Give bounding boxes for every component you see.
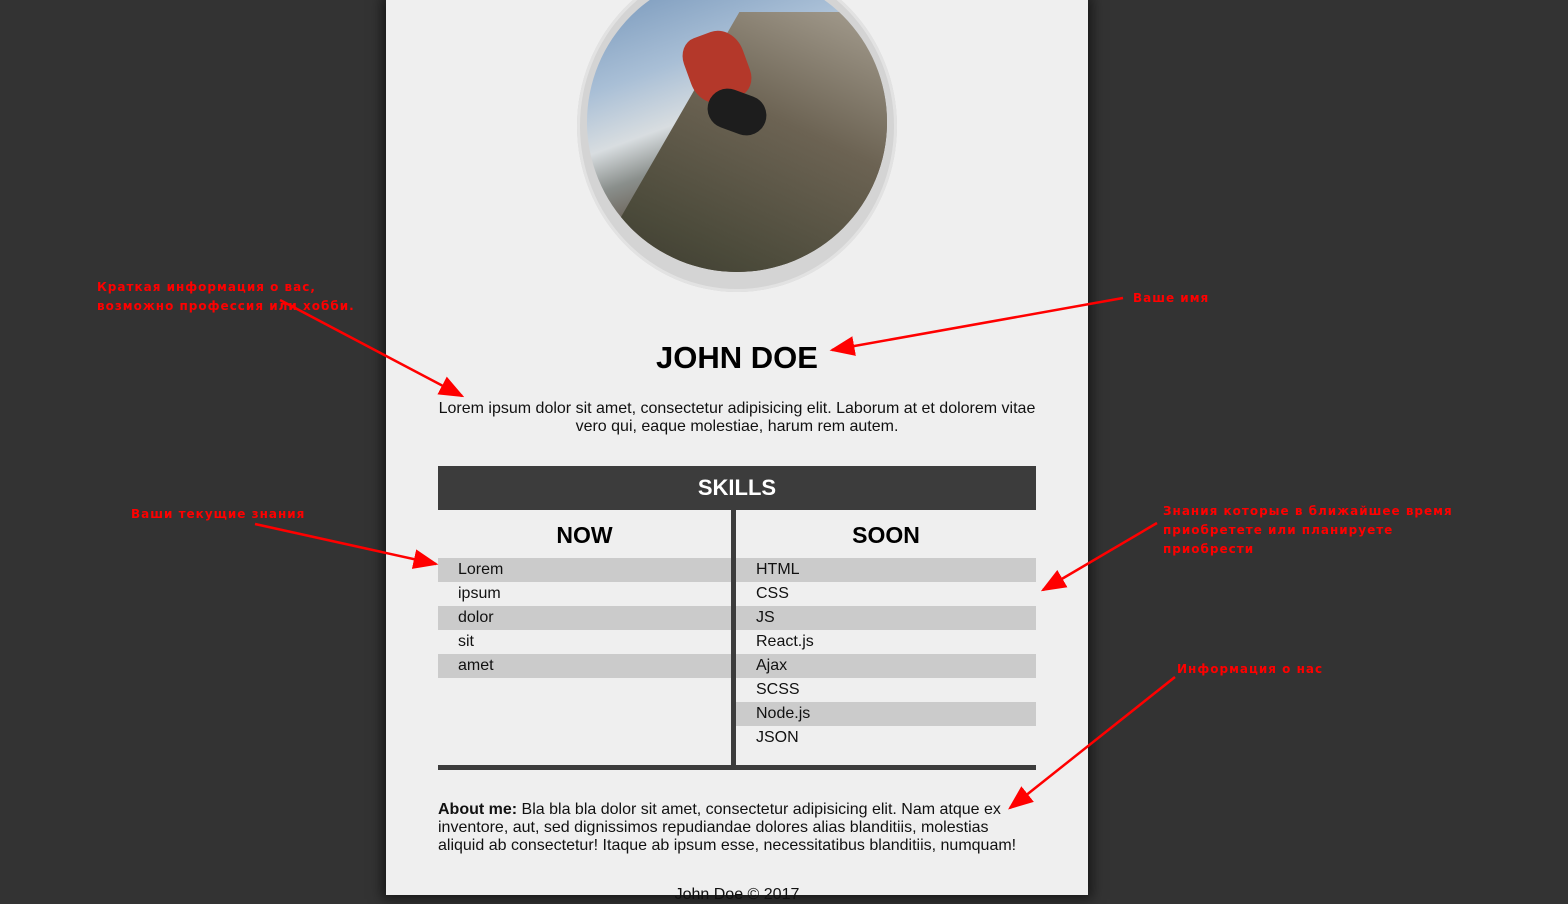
annotation-arrows [254, 296, 1176, 810]
arrow-name [829, 296, 1124, 356]
arrow-about [1008, 676, 1176, 810]
arrow-now [254, 522, 439, 569]
arrow-soon [1040, 521, 1158, 592]
arrow-intro [279, 298, 465, 398]
